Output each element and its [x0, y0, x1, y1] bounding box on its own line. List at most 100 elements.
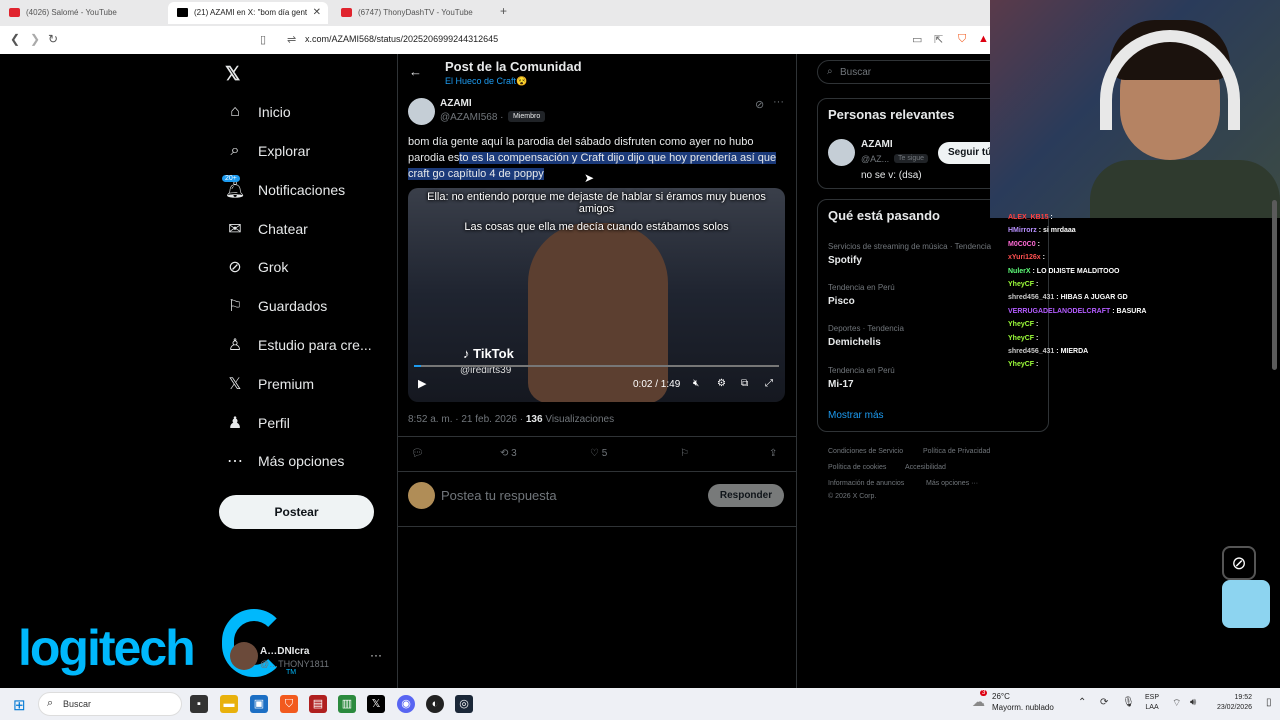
avatar[interactable]	[408, 98, 435, 125]
sidebar-item-grok[interactable]: ⊘ Grok	[222, 252, 288, 282]
sidebar-item-explorar[interactable]: ⌕ Explorar	[222, 136, 311, 166]
chat-username[interactable]: HMirrorz	[1008, 227, 1037, 234]
footer-link[interactable]: Información de anuncios	[828, 480, 904, 487]
chat-username[interactable]: YheyCF	[1008, 335, 1034, 342]
sync-icon[interactable]: ⟳	[1100, 697, 1108, 708]
chat-username[interactable]: YheyCF	[1008, 321, 1034, 328]
brave-icon[interactable]: ⛉	[280, 695, 298, 713]
taskbar-search[interactable]: ⌕ Buscar	[38, 692, 182, 716]
more-icon[interactable]: ···	[370, 648, 382, 662]
bookmark-icon[interactable]: ▯	[260, 33, 266, 46]
postear-button[interactable]: Postear	[219, 495, 374, 529]
chat-username[interactable]: shred456_431	[1008, 348, 1054, 355]
footer-link[interactable]: Más opciones ···	[926, 480, 978, 487]
chat-message: YheyCF :	[1008, 321, 1038, 328]
trend-item[interactable]: Mi-17	[828, 379, 854, 390]
chat-username[interactable]: NulerX	[1008, 268, 1031, 275]
like-count: 5	[601, 448, 608, 459]
account-switcher[interactable]: A…DNIcra @…THONY1811 ···	[230, 640, 390, 676]
chat-username[interactable]: YheyCF	[1008, 281, 1034, 288]
footer-link[interactable]: Condiciones de Servicio	[828, 448, 903, 455]
more-icon[interactable]: ···	[773, 96, 784, 108]
tab-x-post[interactable]: (21) AZAMI en X: "bom día gent ✕	[168, 2, 328, 24]
video-progress-bar[interactable]	[414, 365, 779, 367]
relevant-name[interactable]: AZAMI	[861, 139, 893, 150]
windows-start-icon[interactable]: ⊞	[13, 696, 26, 714]
share-icon[interactable]: ⇪	[769, 448, 777, 459]
steam-icon[interactable]: ◎	[455, 695, 473, 713]
chat-username[interactable]: xYuri126x	[1008, 254, 1041, 261]
post-timestamp[interactable]: 8:52 a. m. · 21 feb. 2026 ·	[408, 414, 523, 425]
retweet-button[interactable]: ⟲ 3	[500, 448, 517, 459]
close-icon[interactable]: ✕	[313, 2, 321, 24]
footer-link[interactable]: Política de Privacidad	[923, 448, 990, 455]
sidebar-item-mas-opciones[interactable]: ⋯ Más opciones	[222, 446, 344, 476]
volume-icon[interactable]: 🔊︎	[1190, 697, 1196, 708]
trend-item[interactable]: Spotify	[828, 255, 862, 266]
like-button[interactable]: ♡ 5	[590, 448, 607, 459]
chat-username[interactable]: M0C0C0	[1008, 241, 1036, 248]
microphone-icon[interactable]: 🎙︎	[1122, 697, 1135, 708]
mute-icon[interactable]: 🔇︎	[693, 378, 699, 389]
reply-icon[interactable]: 💬︎	[411, 448, 424, 459]
community-link[interactable]: El Hueco de Craft😵	[445, 76, 527, 87]
url-field[interactable]: x.com/AZAMI568/status/202520699924431264…	[305, 34, 498, 44]
sidebar-item-inicio[interactable]: ⌂ Inicio	[222, 97, 291, 127]
clock[interactable]: 19:52 23/02/2026	[1208, 693, 1252, 713]
reply-input[interactable]: Postea tu respuesta	[441, 488, 557, 503]
author-name[interactable]: AZAMI	[440, 98, 472, 109]
store-icon[interactable]: ▣	[250, 695, 268, 713]
footer-link[interactable]: Accesibilidad	[905, 464, 946, 471]
responder-button[interactable]: Responder	[708, 484, 784, 507]
pip-icon[interactable]: ⧉	[741, 378, 748, 389]
back-icon[interactable]: ❮	[10, 32, 20, 46]
settings-icon[interactable]: ⚙	[717, 378, 726, 389]
obs-icon[interactable]: ◐	[426, 695, 444, 713]
sidebar-item-guardados[interactable]: ⚐ Guardados	[222, 291, 327, 321]
footer-link[interactable]: Política de cookies	[828, 464, 886, 471]
chat-username[interactable]: ALEX_KB15	[1008, 214, 1048, 221]
reload-icon[interactable]: ↻	[48, 32, 58, 46]
sidebar-item-perfil[interactable]: ♟ Perfil	[222, 408, 290, 438]
cast-icon[interactable]: ▭	[912, 33, 922, 46]
chat-username[interactable]: shred456_431	[1008, 294, 1054, 301]
language-indicator[interactable]: ESP LAA	[1145, 693, 1159, 713]
trend-item[interactable]: Demichelis	[828, 337, 881, 348]
x-icon[interactable]: 𝕏	[367, 695, 385, 713]
file-explorer-icon[interactable]: ▬	[220, 695, 238, 713]
grok-icon[interactable]: ⊘	[755, 98, 764, 111]
grok-icon[interactable]: ⊘	[1222, 546, 1256, 580]
wifi-icon[interactable]: ⌔	[1172, 697, 1181, 710]
brave-shield-icon[interactable]: ⛉	[958, 33, 966, 46]
new-tab-icon[interactable]: +	[500, 4, 507, 18]
back-arrow-icon[interactable]: ←	[409, 64, 422, 79]
chat-username[interactable]: YheyCF	[1008, 361, 1034, 368]
warning-icon[interactable]: ▲	[978, 33, 989, 45]
scrollbar[interactable]	[1272, 200, 1277, 370]
video-player[interactable]: Ella: no entiendo porque me dejaste de h…	[408, 188, 785, 402]
tab-youtube-salome[interactable]: (4026) Salomé - YouTube	[0, 2, 168, 24]
avatar[interactable]	[828, 139, 855, 166]
sidebar-item-notificaciones[interactable]: 🔔︎ 20+ Notificaciones	[222, 175, 345, 205]
play-icon[interactable]: ▶	[418, 377, 426, 390]
chevron-up-icon[interactable]: ⌃	[1078, 697, 1086, 708]
share-icon[interactable]: ⇱	[934, 33, 943, 46]
discord-icon[interactable]: ◉	[397, 695, 415, 713]
x-logo-icon[interactable]: 𝕏	[225, 63, 240, 86]
taskview-icon[interactable]: ▪	[190, 695, 208, 713]
app-icon[interactable]: ▥	[338, 695, 356, 713]
sidebar-item-estudio[interactable]: ♙ Estudio para cre...	[222, 330, 372, 360]
author-handle[interactable]: @AZAMI568 ·	[440, 112, 504, 123]
sidebar-item-chatear[interactable]: ✉ Chatear	[222, 214, 308, 244]
forward-icon[interactable]: ❯	[30, 32, 40, 46]
sidebar-item-premium[interactable]: 𝕏 Premium	[222, 369, 314, 399]
trend-item[interactable]: Pisco	[828, 296, 855, 307]
app-icon[interactable]: ▤	[309, 695, 327, 713]
fullscreen-icon[interactable]: ⤢	[765, 378, 773, 389]
notification-icon[interactable]: ▯	[1266, 697, 1272, 708]
chat-username[interactable]: VERRUGADELANODELCRAFT	[1008, 308, 1110, 315]
site-settings-icon[interactable]: ⇌	[287, 33, 296, 46]
bookmark-icon[interactable]: ⚐	[680, 448, 689, 459]
show-more-link[interactable]: Mostrar más	[828, 410, 884, 421]
tab-youtube-thony[interactable]: (6747) ThonyDashTV - YouTube	[332, 2, 492, 24]
